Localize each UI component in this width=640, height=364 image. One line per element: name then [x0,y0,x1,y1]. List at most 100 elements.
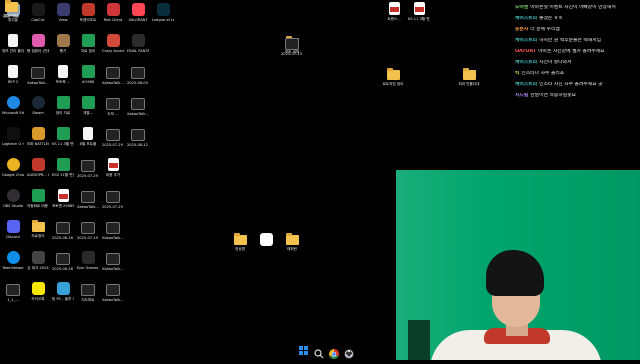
desktop-icon[interactable]: KakaoTalk... [102,65,124,85]
video-file-icon [81,284,95,296]
desktop-icon-label: Vrew [58,18,68,22]
desktop-icon[interactable]: AUDIOPR... CIE Control [27,158,49,177]
desktop-icon[interactable]: 로트작업 정리 [382,68,404,86]
chat-message: 충분자 더 운에 우리멤 [512,27,640,33]
desktop-icon[interactable]: 빵 컴퓨터 (전용 화면) [27,34,49,53]
desktop-icon-label: Crazy Arcade [102,49,124,53]
desktop-icon[interactable]: KSV 11월 변호자료 [52,158,74,177]
desktop-icon[interactable]: 포토앤 290891_11 [52,189,74,208]
desktop-icon[interactable]: VALORANT [127,3,149,22]
desktop-icon[interactable]: FINAL FANTASY [127,34,149,53]
desktop-icon[interactable]: League of Legends [152,3,174,22]
desktop-icon[interactable]: 도보 ... [102,96,124,116]
desktop-icon[interactable]: 빵기 [52,34,74,53]
desktop-icon[interactable]: Logitech G HUB [2,127,24,146]
start-button-icon[interactable] [298,345,310,357]
desktop-icon[interactable]: Google Chrome [2,158,24,177]
obs-taskbar-icon[interactable] [343,345,355,359]
desktop-icon[interactable]: Riot Client [102,3,124,22]
video-file-icon [106,191,120,203]
app-file-icon [31,158,45,171]
desktop-icon[interactable]: 자료 정리 [77,34,99,53]
desktop-icon[interactable]: 2025-07-29 21-02-24 [77,158,99,178]
desktop-icon[interactable]: 개별... [77,96,99,115]
desktop-icon-label: #1988 [81,80,95,84]
folder-file-icon [4,0,18,12]
desktop-icon[interactable]: 포켓리조트 [77,3,99,22]
chat-username: 케이스트리 [515,16,538,21]
desktop-icon[interactable]: 2025-08-12 20-01-29 [127,127,149,147]
desktop-icon-label: 최리 빈폴더대 [458,82,480,86]
desktop-icon[interactable]: 2025-06-16 18-13-38 [52,251,74,271]
desktop-icon[interactable]: 팀 PC - 블루 거기 [52,282,74,301]
desktop-icon[interactable]: Crazy Arcade [102,34,124,53]
desktop-icon[interactable]: Discord [2,220,24,239]
desktop-icon[interactable]: 정보 관리 폴더 [2,34,24,53]
desktop-icon-label: 레퍼런 [287,247,297,251]
desktop-icon[interactable]: 지도파트 [77,282,99,302]
desktop-icon[interactable]: Epic Games Launcher [77,251,99,270]
desktop-icon[interactable]: KakaoTalk... [77,189,99,209]
desktop-icon[interactable]: KakaoTalk... [127,96,149,116]
desktop-icon[interactable] [255,233,277,248]
chat-username: 지드림 [515,93,529,98]
video-file-icon [81,191,95,203]
folder-file-icon [462,68,476,80]
desktop-icon[interactable]: KS 11 3월 변호자료 [408,2,430,21]
desktop-icon[interactable]: Steam [27,96,49,115]
desktop-icon[interactable]: 예상 자료 [0,0,22,18]
desktop-icon[interactable]: 트랜스... [383,2,405,21]
desktop-icon-label: 비용 추가 [105,173,121,177]
desktop-icon[interactable]: 8월 포트폴 [77,127,99,146]
desktop-icon-label: AUDIOPR... CIE Control [27,173,49,177]
desktop-icon[interactable]: 카카오톡 [27,282,49,301]
desktop-icon-label: KakaoTalk... [102,81,124,85]
desktop-icon[interactable]: 비용 추가 [102,158,124,177]
app-file-icon [259,233,273,246]
desktop-icon[interactable]: TeamViewer [2,251,24,270]
desktop-icon[interactable]: OBS Studio [2,189,24,208]
desktop-icon[interactable]: 포토북 ... [52,65,74,84]
chat-text: 하지만 뭔 맥후분들은 렉해서임 [539,38,602,43]
desktop-icon[interactable]: 영상편 [229,233,251,251]
desktop-icon[interactable]: #1988 [77,65,99,84]
desktop-icon[interactable]: 자동화로 비용 거기 [27,189,49,208]
desktop-icon[interactable]: KakaoTalk... [102,251,124,271]
desktop-icon[interactable]: KS 11 3월 변호자료 [52,127,74,146]
desktop-icon[interactable]: REP 2 [2,65,24,84]
desktop-icon[interactable]: 돈 위크 2024 [27,251,49,270]
desktop-icon[interactable]: 2025-06-05 23-16-12 [127,65,149,85]
desktop-icon[interactable]: 리퍼 BATTLEGR... [27,127,49,146]
desktop-icon[interactable]: 정리 자료 [52,96,74,115]
app-file-icon [106,3,120,16]
desktop-icon[interactable]: Vrew [52,3,74,22]
desktop-icon[interactable]: KakaoTalk... [102,282,124,302]
green-file-icon [56,96,70,109]
desktop-icon-label: 도보 ... [107,112,119,116]
desktop-icon[interactable]: 최리 빈폴더대 [458,68,480,86]
doc-file-icon [83,127,93,140]
green-file-icon [81,96,95,109]
app-file-icon [31,251,45,264]
desktop-icon[interactable]: 2025-07-29 07-17-25 [102,127,124,147]
desktop-icon[interactable]: 2025-07-13 22-20-08 [281,36,303,56]
desktop-icon[interactable]: CapCut [27,3,49,22]
desktop-icon[interactable]: 2025-07-19 22-51-51 [77,220,99,240]
desktop-icon[interactable]: 2025-06-16 18-13-38 [52,220,74,240]
chat-text: 한달이면 적응하실듯요 [530,93,576,98]
desktop-icon-label: 휴지통 [8,18,18,22]
desktop-icon-label: KakaoTalk... [27,81,49,85]
desktop-icon[interactable]: 1_1_... [2,282,24,302]
desktop-icon[interactable]: 2025-07-29 03-28-12 [102,189,124,209]
desktop-icon-label: 빵기 [59,49,67,53]
desktop-icon[interactable]: KakaoTalk... [27,65,49,85]
desktop-icon[interactable]: Microsoft Edge [2,96,24,115]
desktop-icon[interactable]: KakaoTalk... [102,220,124,240]
green-file-icon [81,65,95,78]
round-file-icon [6,189,20,202]
search-icon[interactable] [313,345,325,359]
desktop-icon[interactable]: 자료정리 [27,220,49,238]
desktop-icon[interactable]: 레퍼런 [281,233,303,251]
chrome-taskbar-icon[interactable] [328,345,340,359]
app-file-icon [56,282,70,295]
